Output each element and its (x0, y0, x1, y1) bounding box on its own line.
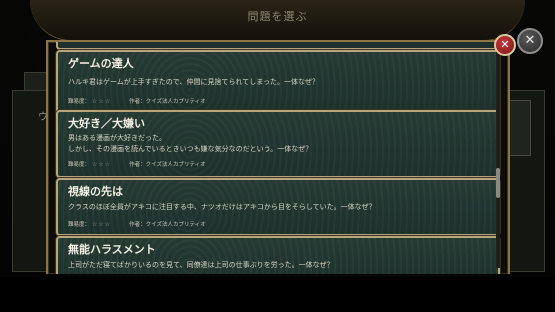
puzzle-description: 上司がただ寝てばかりいるのを見て、同僚達は上司の仕事ぶりを労った。一体なぜ？ (68, 261, 334, 269)
puzzle-title: 無能ハラスメント (68, 243, 156, 256)
puzzle-card-3[interactable]: 視線の先は クラスのほぼ全員がアキコに注目する中、ナツオだけはアキコから目をそら… (56, 178, 500, 236)
close-icon[interactable]: ✕ (494, 34, 516, 56)
puzzle-title: 視線の先は (68, 185, 123, 198)
puzzle-description: クラスのほぼ全員がアキコに注目する中、ナツオだけはアキコから目をそらしていた。一… (68, 203, 376, 211)
close-button-secondary[interactable]: ✕ (517, 28, 543, 54)
puzzle-meta: 難易度： ☆☆☆ 作者：クイズ法人カプリティオ (68, 220, 206, 228)
page-title: 問題を選ぶ (247, 10, 308, 23)
puzzle-card-2[interactable]: 大好き／大嫌い 男はある漫画が大好きだった。 しかし、その漫画を読んでいるときい… (56, 110, 500, 178)
puzzle-description: ハルキ君はゲームが上手すぎたので、仲間に見捨てられてしまった。一体なぜ？ (68, 78, 320, 86)
puzzle-meta: 難易度： ☆☆☆ 作者：クイズ法人カプリティオ (68, 97, 206, 105)
difficulty-label: 難易度： (68, 162, 91, 168)
puzzle-title: 大好き／大嫌い (68, 117, 145, 130)
difficulty-stars: ☆☆☆ (92, 161, 112, 168)
puzzle-description-line-2: しかし、その漫画を読んでいるときいつも嫌な気分なのだという。一体なぜ？ (68, 145, 313, 153)
bottom-bar (0, 277, 555, 312)
author-label: 作者：クイズ法人カプリティオ (129, 162, 206, 168)
scrollbar-track[interactable] (496, 44, 500, 268)
scrollbar-thumb[interactable] (496, 168, 500, 198)
difficulty-stars: ☆☆☆ (92, 98, 112, 105)
list-item-partial (56, 42, 500, 50)
difficulty-label: 難易度： (68, 222, 91, 228)
puzzle-card-1[interactable]: ゲームの達人 ハルキ君はゲームが上手すぎたので、仲間に見捨てられてしまった。一体… (56, 50, 500, 116)
puzzle-title: ゲームの達人 (68, 57, 134, 70)
author-label: 作者：クイズ法人カプリティオ (129, 99, 206, 105)
puzzle-card-4[interactable]: 無能ハラスメント 上司がただ寝てばかりいるのを見て、同僚達は上司の仕事ぶりを労っ… (56, 236, 500, 274)
puzzle-description-line-1: 男はある漫画が大好きだった。 (68, 134, 166, 142)
difficulty-stars: ☆☆☆ (92, 221, 112, 228)
puzzle-meta: 難易度： ☆☆☆ 作者：クイズ法人カプリティオ (68, 160, 206, 168)
author-label: 作者：クイズ法人カプリティオ (129, 222, 206, 228)
puzzle-select-dialog: ゲームの達人 ハルキ君はゲームが上手すぎたので、仲間に見捨てられてしまった。一体… (46, 40, 510, 274)
difficulty-label: 難易度： (68, 99, 91, 105)
